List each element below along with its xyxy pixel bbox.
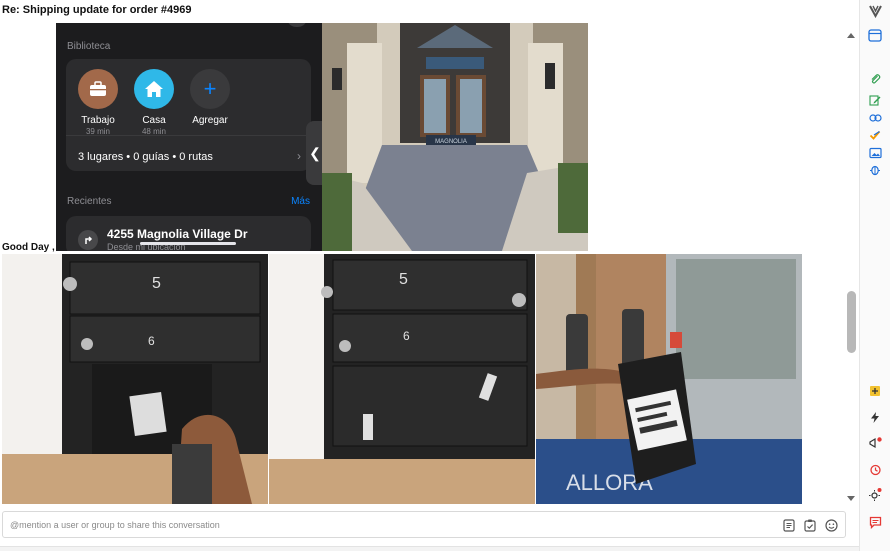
entrance-mat-text: MAGNOLIA	[435, 139, 467, 145]
alarm-icon[interactable]	[867, 461, 883, 477]
mention-input[interactable]: @mention a user or group to share this c…	[10, 520, 220, 530]
library-counts: 3 lugares • 0 guías • 0 rutas	[78, 151, 213, 163]
favorite-name: Trabajo	[81, 115, 115, 126]
attachment-icon[interactable]	[867, 71, 883, 87]
recent-title: 4255 Magnolia Village Dr	[107, 227, 248, 241]
emoji-icon[interactable]	[823, 517, 839, 533]
chat-icon[interactable]	[867, 514, 883, 530]
scroll-down-button[interactable]	[845, 491, 857, 501]
recent-item: 4255 Magnolia Village Dr Desde mi ubicac…	[66, 216, 311, 251]
edit-note-icon[interactable]	[867, 92, 883, 108]
bottom-border	[0, 546, 859, 551]
window-icon[interactable]	[867, 27, 883, 43]
mailbox-number-6: 6	[403, 329, 410, 343]
email-subject: Re: Shipping update for order #4969	[2, 4, 192, 16]
home-indicator	[140, 242, 236, 245]
sheet-handle	[288, 23, 306, 27]
package-door-photo: ALLORA	[536, 254, 802, 504]
favorite-name: Casa	[142, 115, 166, 126]
lightning-icon[interactable]	[867, 409, 883, 425]
megaphone-icon[interactable]	[867, 435, 883, 451]
mailbox-number-5: 5	[152, 275, 161, 292]
check-icon[interactable]	[867, 127, 883, 143]
favorite-name: Agregar	[192, 115, 228, 126]
entrance-photo: MAGNOLIA	[322, 23, 588, 251]
library-heading: Biblioteca	[67, 41, 111, 52]
turn-arrow-icon	[78, 230, 98, 250]
mailbox-number-6: 6	[148, 334, 155, 348]
favorite-home: Casa 48 min	[124, 69, 184, 136]
more-link: Más	[291, 196, 310, 207]
back-tab-icon: ❮	[306, 121, 322, 185]
maps-screenshot: Biblioteca Trabajo 39 min Casa 48 min + …	[56, 23, 322, 251]
mailbox-photo-1: 5 6	[2, 254, 268, 504]
task-icon[interactable]	[802, 517, 818, 533]
mention-bar[interactable]: @mention a user or group to share this c…	[2, 511, 846, 538]
favorite-work: Trabajo 39 min	[68, 69, 128, 136]
chevron-right-icon: ›	[297, 149, 301, 163]
scroll-up-button[interactable]	[845, 27, 857, 38]
scroll-thumb[interactable]	[847, 291, 856, 353]
link-icon[interactable]	[867, 110, 883, 126]
sun-icon[interactable]	[867, 487, 883, 503]
library-card: Trabajo 39 min Casa 48 min + Agregar 3 l…	[66, 59, 311, 171]
mailbox-photo-2: 5 6	[269, 254, 535, 504]
email-greeting: Good Day ,	[2, 242, 55, 253]
briefcase-icon	[78, 69, 118, 109]
add-note-icon[interactable]	[867, 383, 883, 399]
mailbox-number-5: 5	[399, 271, 408, 288]
bug-icon[interactable]	[867, 162, 883, 178]
card-divider	[66, 135, 311, 136]
right-toolbar	[859, 0, 890, 551]
image-icon[interactable]	[867, 145, 883, 161]
favorite-add: + Agregar	[180, 69, 240, 126]
recents-heading: Recientes	[67, 196, 112, 207]
plus-icon: +	[190, 69, 230, 109]
vivaldi-logo-icon[interactable]	[867, 2, 883, 18]
house-icon	[134, 69, 174, 109]
template-icon[interactable]	[781, 517, 797, 533]
